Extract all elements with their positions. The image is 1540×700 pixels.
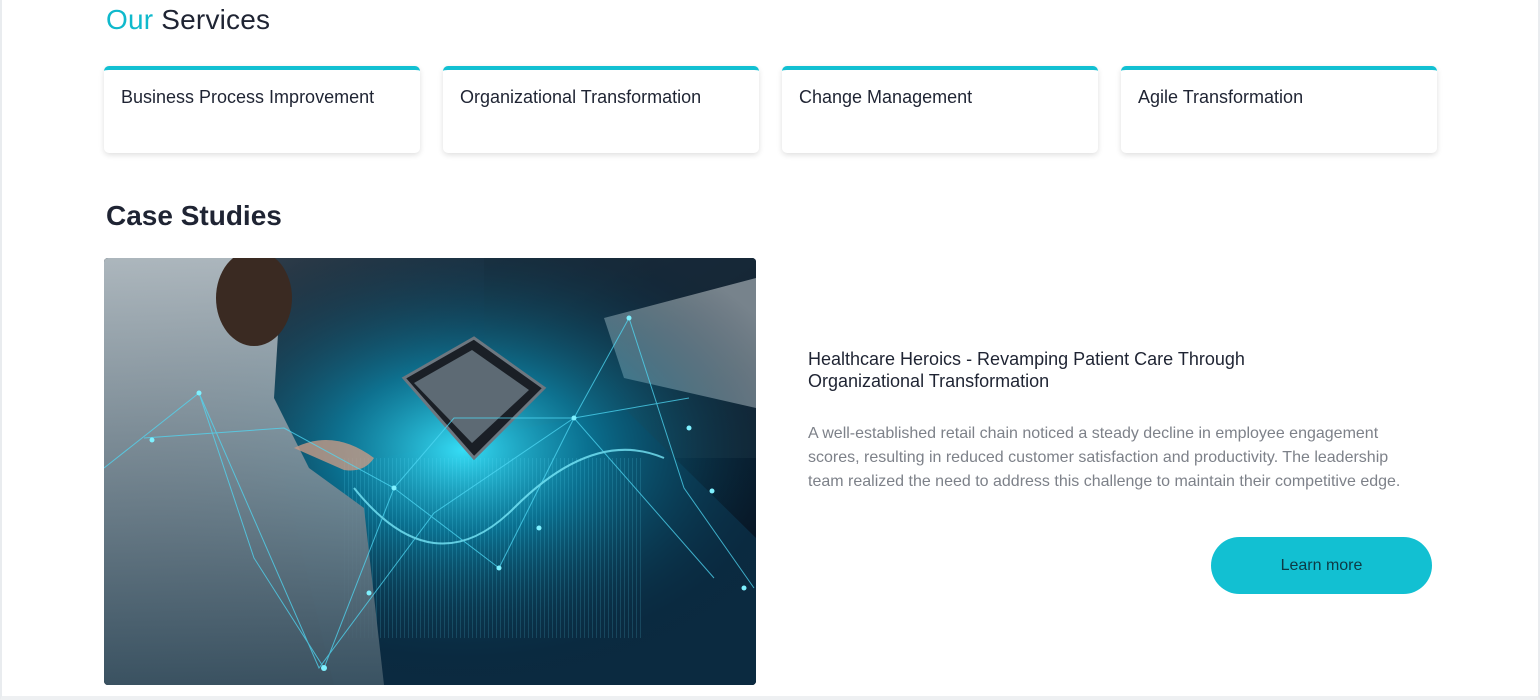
services-list: Business Process Improvement Organizatio… (104, 66, 1437, 153)
services-title-rest: Services (161, 4, 271, 35)
case-study-image (104, 258, 756, 685)
service-card-agile-transformation[interactable]: Agile Transformation (1121, 66, 1437, 153)
service-card-label: Organizational Transformation (460, 87, 702, 107)
learn-more-button[interactable]: Learn more (1211, 537, 1432, 594)
case-study-heading: Healthcare Heroics - Revamping Patient C… (808, 349, 1245, 391)
services-title: Our Services (106, 4, 270, 36)
case-study-text: Healthcare Heroics - Revamping Patient C… (808, 348, 1428, 494)
service-card-label: Agile Transformation (1138, 87, 1304, 107)
service-card-label: Change Management (799, 87, 973, 107)
page: Our Services Business Process Improvemen… (0, 0, 1540, 700)
case-study-description: A well-established retail chain noticed … (808, 425, 1401, 490)
case-studies-title: Case Studies (106, 200, 282, 231)
service-card-organizational-transformation[interactable]: Organizational Transformation (443, 66, 759, 153)
service-card-label: Business Process Improvement (121, 87, 375, 107)
service-card-change-management[interactable]: Change Management (782, 66, 1098, 153)
case-study-illustration (104, 258, 756, 685)
service-card-business-process-improvement[interactable]: Business Process Improvement (104, 66, 420, 153)
services-title-accent: Our (106, 4, 154, 35)
